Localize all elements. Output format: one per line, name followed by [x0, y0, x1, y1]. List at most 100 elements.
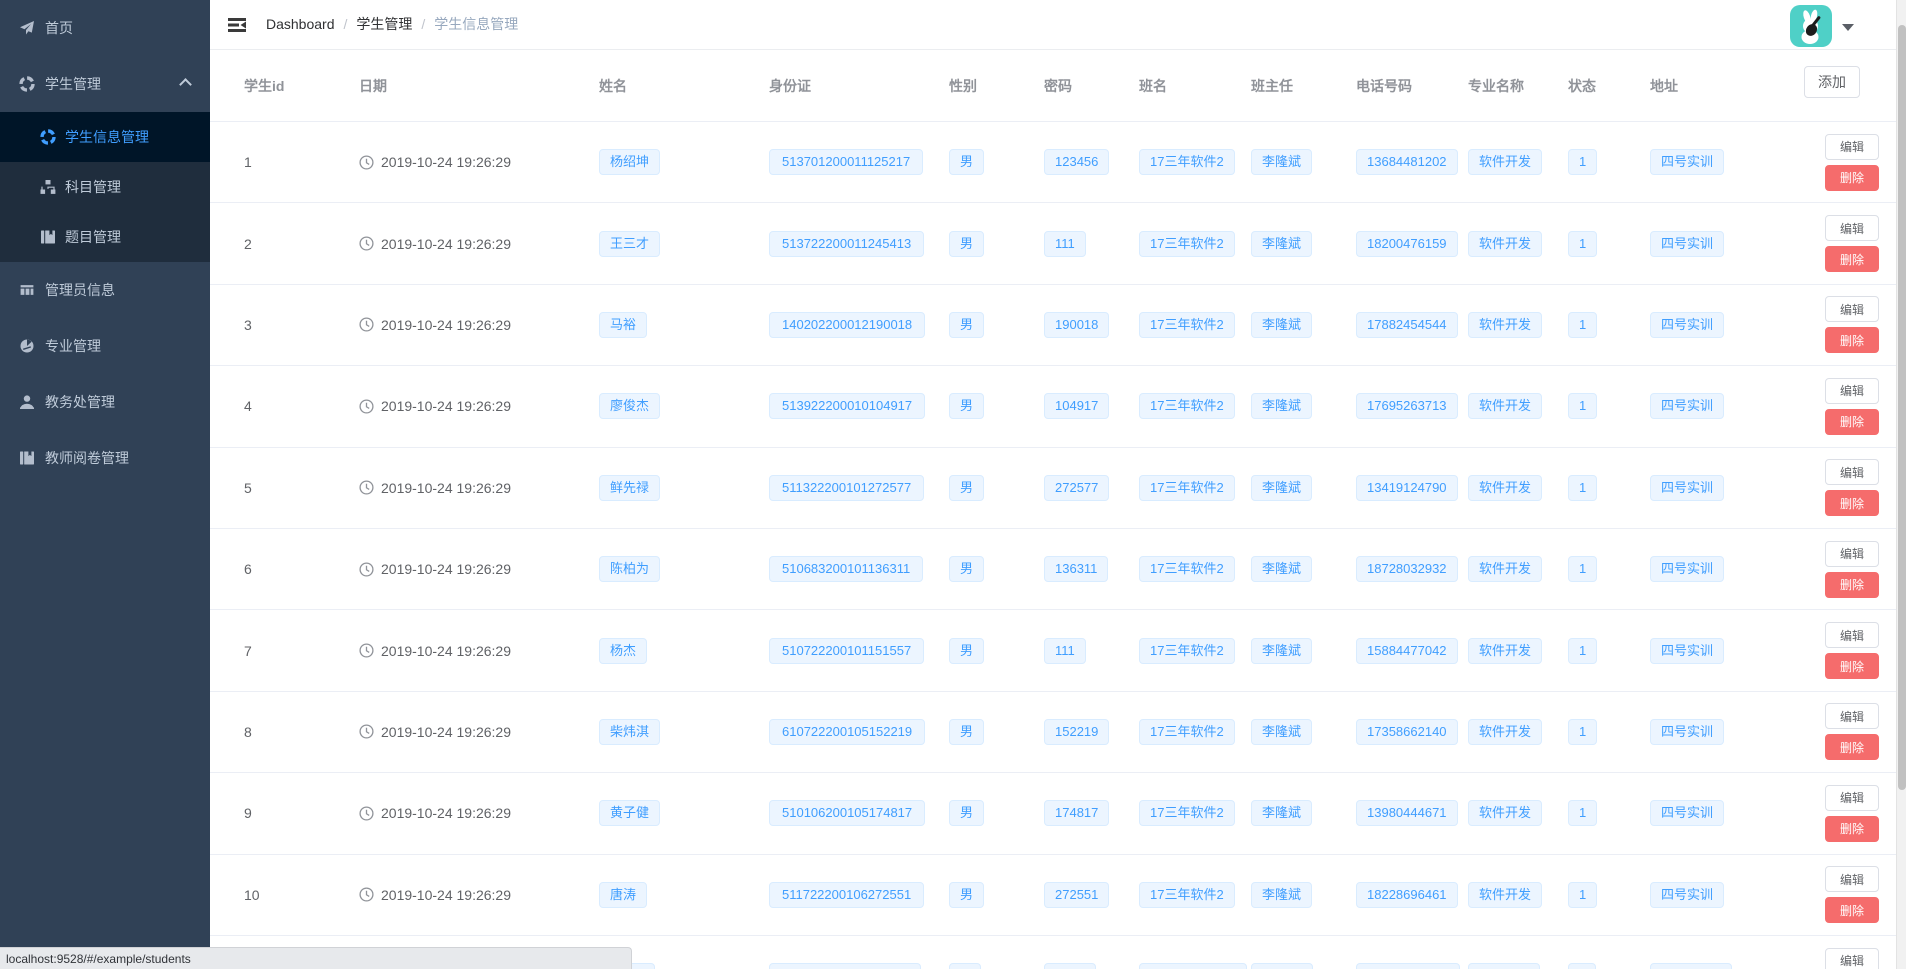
column-header: 密码 [1044, 76, 1139, 96]
edit-button[interactable]: 编辑 [1825, 215, 1879, 241]
clock-icon [359, 643, 374, 658]
date-value: 2019-10-24 19:26:29 [381, 236, 511, 252]
class-tag: 17三年软件2 [1139, 231, 1235, 257]
class-tag: 17三年软件2 [1139, 312, 1235, 338]
student-id: 1 [244, 154, 252, 170]
sidebar-item-student-info-mgmt[interactable]: 学生信息管理 [0, 112, 210, 162]
idcard-tag [769, 963, 921, 969]
delete-button[interactable]: 删除 [1825, 572, 1879, 598]
breadcrumb-dashboard[interactable]: Dashboard [266, 16, 335, 32]
person-icon [19, 394, 35, 410]
column-header: 班名 [1139, 76, 1251, 96]
student-id: 10 [244, 887, 260, 903]
add-button[interactable]: 添加 [1804, 66, 1860, 98]
column-header: 身份证 [769, 76, 949, 96]
avatar[interactable] [1790, 5, 1832, 47]
date-value: 2019-10-24 19:26:29 [381, 643, 511, 659]
sidebar-collapse-icon[interactable] [226, 14, 248, 36]
idcard-tag: 511722200106272551 [769, 882, 924, 908]
class-tag [1139, 963, 1247, 969]
edit-button[interactable]: 编辑 [1825, 622, 1879, 648]
caret-down-icon[interactable] [1842, 24, 1854, 31]
password-tag: 123456 [1044, 149, 1109, 175]
sidebar-item-subject-mgmt[interactable]: 科目管理 [0, 162, 210, 212]
breadcrumb-student-mgmt[interactable]: 学生管理 [356, 14, 412, 34]
tree-icon [40, 179, 56, 195]
date-cell: 2019-10-24 19:26:29 [359, 317, 599, 333]
clock-icon [359, 562, 374, 577]
password-tag: 152219 [1044, 719, 1109, 745]
delete-button[interactable]: 删除 [1825, 165, 1879, 191]
sidebar-item-question-mgmt[interactable]: 题目管理 [0, 212, 210, 262]
clock-icon [359, 236, 374, 251]
teacher-tag: 李隆斌 [1251, 475, 1312, 501]
student-id: 7 [244, 643, 252, 659]
class-tag: 17三年软件2 [1139, 719, 1235, 745]
date-cell: 2019-10-24 19:26:29 [359, 805, 599, 821]
table-header-row: 学生id 日期 姓名 身份证 性别 密码 班名 班主任 电话号码 专业名称 状态… [210, 50, 1896, 122]
rabbit-avatar-image [1790, 5, 1832, 47]
sidebar-item-teacher-grading-mgmt[interactable]: 教师阅卷管理 [0, 430, 210, 486]
sidebar-item-academic-affairs-mgmt[interactable]: 教务处管理 [0, 374, 210, 430]
delete-button[interactable]: 删除 [1825, 897, 1879, 923]
edit-button[interactable]: 编辑 [1825, 459, 1879, 485]
class-tag: 17三年软件2 [1139, 475, 1235, 501]
column-header: 地址 [1650, 76, 1810, 96]
scrollbar-thumb[interactable] [1898, 25, 1906, 790]
clock-icon [359, 317, 374, 332]
edit-button[interactable]: 编辑 [1825, 134, 1879, 160]
edit-button[interactable]: 编辑 [1825, 866, 1879, 892]
address-tag: 四号实训 [1650, 638, 1724, 664]
date-value: 2019-10-24 19:26:29 [381, 561, 511, 577]
edit-button[interactable]: 编辑 [1825, 703, 1879, 729]
delete-button[interactable]: 删除 [1825, 816, 1879, 842]
sidebar-item-label: 管理员信息 [45, 280, 115, 300]
sidebar-item-major-mgmt[interactable]: 专业管理 [0, 318, 210, 374]
major-tag: 软件开发 [1468, 149, 1542, 175]
phone-tag [1356, 963, 1460, 969]
delete-button[interactable]: 删除 [1825, 246, 1879, 272]
delete-button[interactable]: 删除 [1825, 490, 1879, 516]
major-tag: 软件开发 [1468, 393, 1542, 419]
major-tag: 软件开发 [1468, 719, 1542, 745]
major-tag: 软件开发 [1468, 556, 1542, 582]
gender-tag: 男 [949, 475, 984, 501]
date-cell: 2019-10-24 19:26:29 [359, 561, 599, 577]
major-tag: 软件开发 [1468, 231, 1542, 257]
gender-tag: 男 [949, 312, 984, 338]
edit-button[interactable]: 编辑 [1825, 378, 1879, 404]
student-id: 5 [244, 480, 252, 496]
sidebar-item-label: 教务处管理 [45, 392, 115, 412]
status-tag: 1 [1568, 719, 1597, 745]
gender-tag: 男 [949, 556, 984, 582]
sidebar-item-home[interactable]: 首页 [0, 0, 210, 56]
sidebar-item-admin-info[interactable]: 管理员信息 [0, 262, 210, 318]
teacher-tag: 李隆斌 [1251, 231, 1312, 257]
edit-button[interactable]: 编辑 [1825, 785, 1879, 811]
gender-tag: 男 [949, 719, 984, 745]
phone-tag: 17358662140 [1356, 719, 1458, 745]
phone-tag: 13980444671 [1356, 800, 1458, 826]
idcard-tag: 513701200011125217 [769, 149, 923, 175]
edit-button[interactable]: 编辑 [1825, 541, 1879, 567]
date-cell: 2019-10-24 19:26:29 [359, 480, 599, 496]
delete-button[interactable]: 删除 [1825, 409, 1879, 435]
phone-tag: 17882454544 [1356, 312, 1458, 338]
teacher-tag [1251, 963, 1313, 969]
date-value: 2019-10-24 19:26:29 [381, 887, 511, 903]
delete-button[interactable]: 删除 [1825, 734, 1879, 760]
sidebar-item-student-mgmt[interactable]: 学生管理 [0, 56, 210, 112]
clock-icon [359, 806, 374, 821]
edit-button[interactable]: 编辑 [1825, 948, 1879, 969]
phone-tag: 18728032932 [1356, 556, 1458, 582]
status-tag: 1 [1568, 882, 1597, 908]
delete-button[interactable]: 删除 [1825, 327, 1879, 353]
name-tag: 黄子健 [599, 800, 660, 826]
gender-tag: 男 [949, 638, 984, 664]
teacher-tag: 李隆斌 [1251, 882, 1312, 908]
delete-button[interactable]: 删除 [1825, 653, 1879, 679]
address-tag: 四号实训 [1650, 475, 1724, 501]
book-icon [40, 229, 56, 245]
edit-button[interactable]: 编辑 [1825, 296, 1879, 322]
idcard-tag: 513722200011245413 [769, 231, 924, 257]
